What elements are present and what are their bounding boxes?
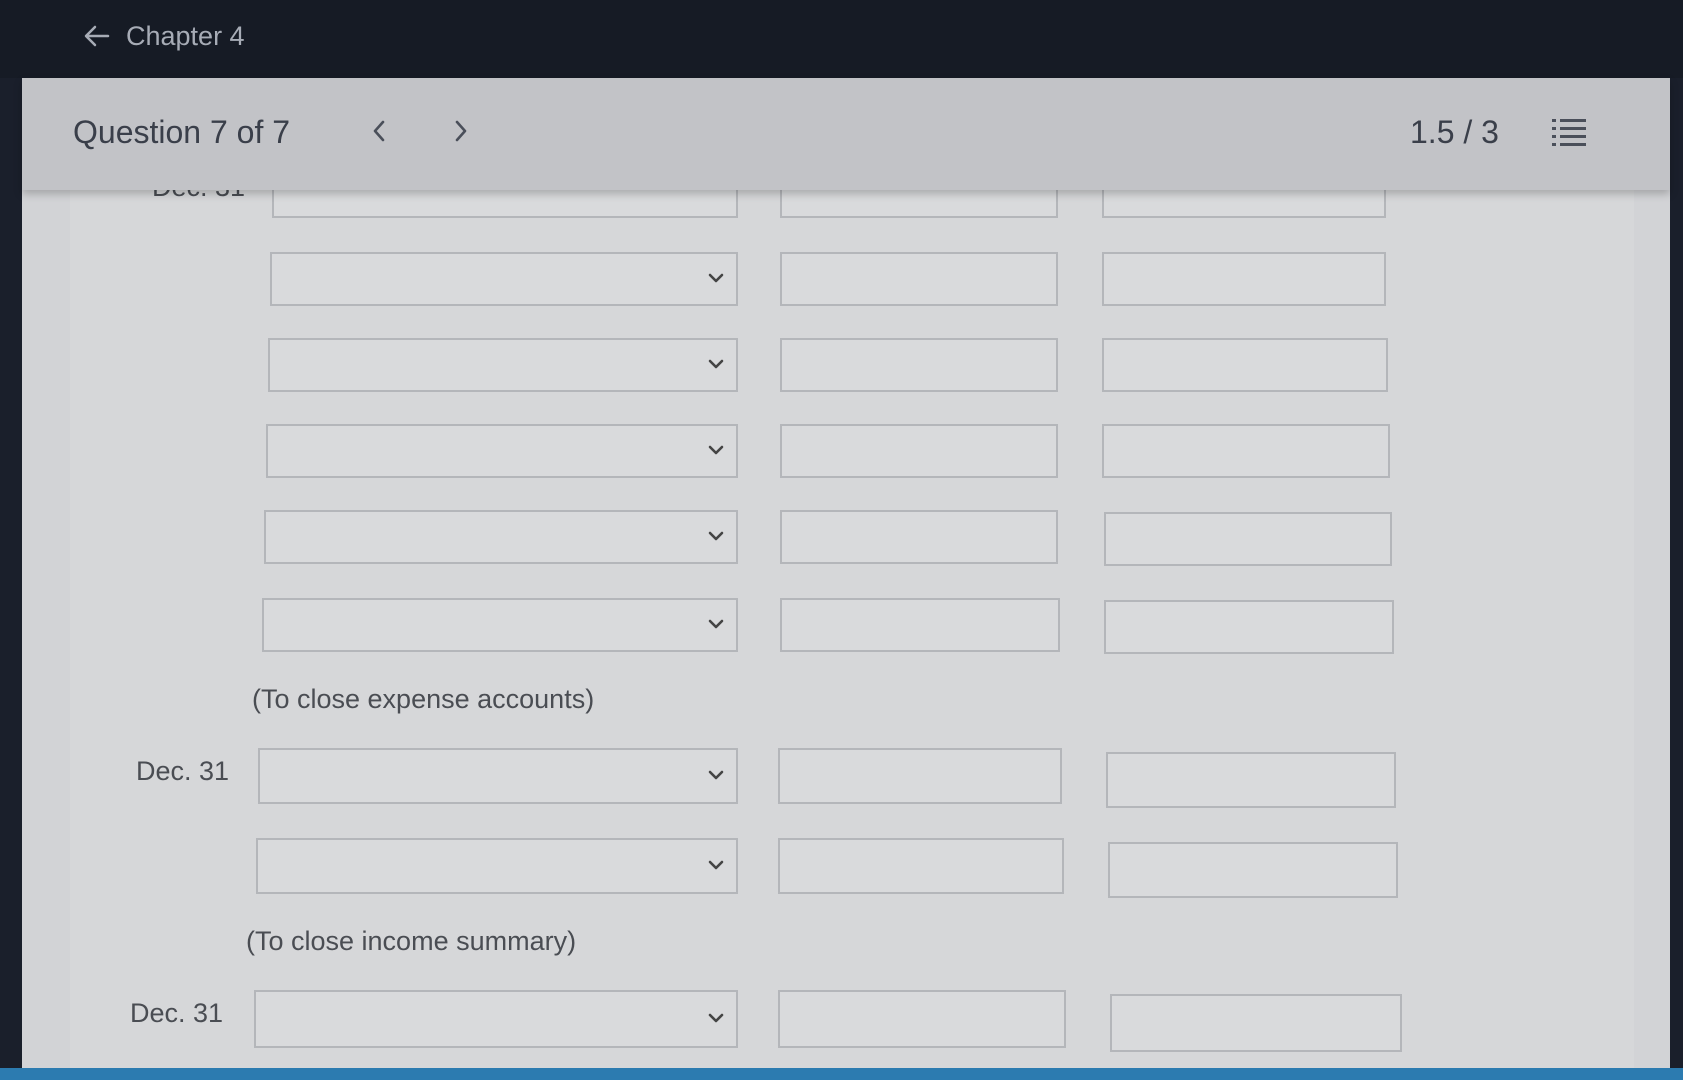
question-bar: Question 7 of 7 1.5 / 3	[22, 78, 1670, 190]
account-select[interactable]	[272, 190, 738, 218]
list-icon	[1552, 119, 1586, 150]
debit-field[interactable]	[780, 338, 1058, 392]
score-display: 1.5 / 3	[1410, 114, 1499, 150]
chevron-down-icon	[708, 442, 724, 460]
credit-field[interactable]	[1108, 842, 1398, 898]
chevron-down-icon	[708, 616, 724, 634]
debit-field[interactable]	[780, 424, 1058, 478]
account-select[interactable]	[270, 252, 738, 306]
chevron-right-icon	[454, 119, 468, 148]
chevron-down-icon	[708, 528, 724, 546]
debit-field[interactable]	[778, 748, 1062, 804]
debit-field[interactable]	[780, 190, 1058, 218]
credit-field[interactable]	[1102, 424, 1390, 478]
entry-date: Dec. 31	[130, 998, 224, 1028]
chapter-label: Chapter 4	[126, 20, 245, 51]
entry-explanation: (To close income summary)	[246, 926, 577, 956]
chevron-down-icon	[708, 356, 724, 374]
arrow-left-icon	[84, 25, 110, 47]
credit-field[interactable]	[1110, 994, 1402, 1052]
credit-field[interactable]	[1102, 252, 1386, 306]
debit-field[interactable]	[780, 598, 1060, 652]
question-title: Question 7 of 7	[73, 114, 291, 150]
chevron-down-icon	[708, 270, 724, 288]
question-list-button[interactable]	[1552, 118, 1586, 151]
bottom-edge	[0, 1068, 1683, 1080]
back-to-chapter-link[interactable]: Chapter 4	[84, 18, 245, 54]
chevron-down-icon	[708, 1010, 724, 1028]
question-panel: Question 7 of 7 1.5 / 3 (To close expens…	[22, 78, 1670, 1080]
account-select[interactable]	[268, 338, 738, 392]
debit-field[interactable]	[778, 990, 1066, 1048]
journal-entry-area: Dec. 31 (To close expense accounts)	[70, 190, 1634, 1080]
credit-field[interactable]	[1104, 600, 1394, 654]
debit-field[interactable]	[778, 838, 1064, 894]
debit-field[interactable]	[780, 510, 1058, 564]
credit-field[interactable]	[1102, 338, 1388, 392]
entry-date-cutoff: Dec. 31	[152, 190, 245, 203]
next-question-button[interactable]	[446, 116, 476, 150]
credit-field[interactable]	[1102, 190, 1386, 218]
chevron-down-icon	[708, 857, 724, 875]
top-bar: Chapter 4	[0, 0, 1683, 78]
previous-question-button[interactable]	[364, 116, 394, 150]
account-select[interactable]	[258, 748, 738, 804]
account-select[interactable]	[266, 424, 738, 478]
account-select[interactable]	[254, 990, 738, 1048]
account-select[interactable]	[264, 510, 738, 564]
account-select[interactable]	[262, 598, 738, 652]
chevron-down-icon	[708, 767, 724, 785]
entry-explanation: (To close expense accounts)	[252, 684, 595, 714]
debit-field[interactable]	[780, 252, 1058, 306]
account-select[interactable]	[256, 838, 738, 894]
credit-field[interactable]	[1104, 512, 1392, 566]
credit-field[interactable]	[1106, 752, 1396, 808]
chevron-left-icon	[372, 119, 386, 148]
entry-date: Dec. 31	[136, 756, 230, 786]
